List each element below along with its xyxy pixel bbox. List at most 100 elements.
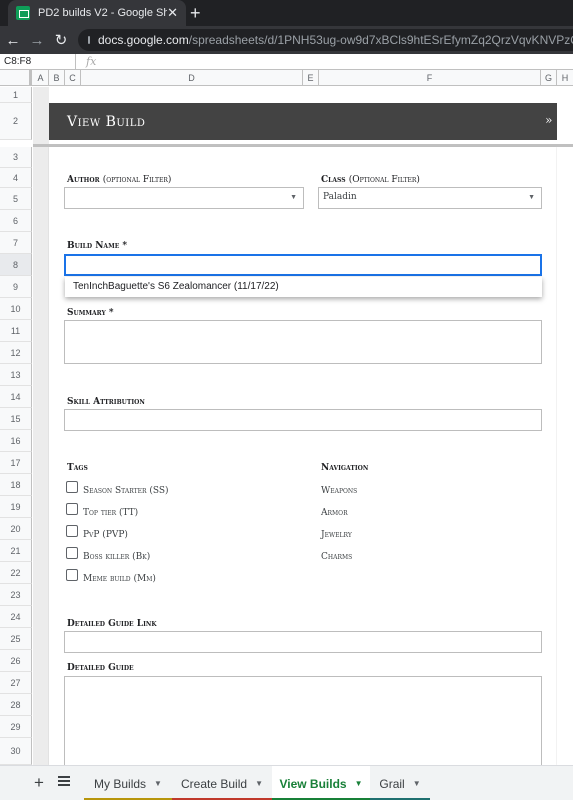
row-header[interactable]: 29 [0, 716, 32, 738]
browser-toolbar: ← → ↻ docs.google.com/spreadsheets/d/1PN… [0, 26, 573, 54]
dropdown-arrow-icon: ▼ [290, 194, 297, 201]
row-header[interactable]: 13 [0, 364, 32, 386]
new-tab-button[interactable]: + [190, 3, 201, 23]
author-dropdown[interactable]: ▼ [64, 187, 304, 209]
build-name-input[interactable] [64, 254, 542, 276]
row-header[interactable]: 19 [0, 496, 32, 518]
browser-tab[interactable]: PD2 builds V2 - Google Sheets ✕ [8, 0, 186, 26]
row-header[interactable]: 26 [0, 650, 32, 672]
tag-checkbox-boss-killer[interactable] [66, 547, 78, 559]
class-value: Paladin [323, 192, 357, 202]
select-all-corner[interactable] [0, 70, 32, 86]
build-name-suggestion[interactable]: TenInchBaguette's S6 Zealomancer (11/17/… [65, 277, 542, 297]
name-box[interactable]: C8:F8 [0, 53, 76, 70]
nav-link-charms[interactable]: Charms [321, 552, 352, 562]
row-header[interactable]: 15 [0, 408, 32, 430]
author-label: Author (optional Filter) [67, 175, 172, 185]
forward-icon[interactable]: → [26, 32, 48, 49]
row-header[interactable]: 4 [0, 168, 32, 188]
browser-tab-title: PD2 builds V2 - Google Sheets [38, 7, 168, 19]
browser-tab-strip: PD2 builds V2 - Google Sheets ✕ + [0, 0, 573, 26]
row-header[interactable]: 23 [0, 584, 32, 606]
tag-label-boss-killer: Boss killer (Bk) [83, 552, 151, 562]
reload-icon[interactable]: ↻ [50, 31, 72, 49]
row-header[interactable]: 24 [0, 606, 32, 628]
column-header-g[interactable]: G [541, 70, 557, 86]
url-host: docs.google.com [98, 33, 189, 47]
sheet-tab-grail[interactable]: Grail ▼ [370, 766, 430, 800]
tag-checkbox-top-tier[interactable] [66, 503, 78, 515]
tags-label: Tags [67, 463, 88, 473]
row-header[interactable]: 2 [0, 103, 32, 140]
skill-attribution-input[interactable] [64, 409, 542, 431]
row-header[interactable]: 16 [0, 430, 32, 452]
author-hint: (optional Filter) [102, 175, 172, 185]
tag-label-pvp: PvP (PVP) [83, 530, 128, 540]
fx-icon: fx [86, 55, 97, 68]
tab-menu-arrow-icon[interactable]: ▼ [413, 779, 421, 788]
tab-menu-arrow-icon[interactable]: ▼ [154, 779, 162, 788]
nav-link-weapons[interactable]: Weapons [321, 486, 357, 496]
row-header[interactable]: 18 [0, 474, 32, 496]
row-header[interactable]: 10 [0, 298, 32, 320]
summary-input[interactable] [64, 320, 542, 364]
guide-label: Detailed Guide [67, 663, 134, 673]
row-header[interactable]: 14 [0, 386, 32, 408]
tag-label-meme-build: Meme build (Mm) [83, 574, 156, 584]
row-header[interactable]: 9 [0, 276, 32, 298]
column-headers: A B C D E F G H [0, 70, 573, 86]
tag-checkbox-pvp[interactable] [66, 525, 78, 537]
skill-attribution-label: Skill Attribution [67, 397, 145, 407]
row-header[interactable]: 11 [0, 320, 32, 342]
row-header[interactable]: 20 [0, 518, 32, 540]
tag-checkbox-season-starter[interactable] [66, 481, 78, 493]
page-title: View Build [67, 113, 146, 130]
tab-menu-arrow-icon[interactable]: ▼ [355, 779, 363, 788]
row-header[interactable]: 7 [0, 232, 32, 254]
class-dropdown[interactable]: Paladin ▼ [318, 187, 542, 209]
row-header[interactable]: 6 [0, 210, 32, 232]
address-bar[interactable]: docs.google.com/spreadsheets/d/1PNH53ug-… [78, 29, 573, 51]
close-tab-icon[interactable]: ✕ [167, 5, 178, 21]
column-header-d[interactable]: D [81, 70, 303, 86]
all-sheets-icon[interactable] [58, 776, 70, 786]
column-header-b[interactable]: B [49, 70, 65, 86]
sheet-tabs-bar: + My Builds ▼ Create Build ▼ View Builds ▼ … [0, 765, 573, 800]
formula-bar: C8:F8 fx [0, 53, 573, 70]
sheet-tab-create-build[interactable]: Create Build ▼ [172, 766, 272, 800]
row-header[interactable]: 21 [0, 540, 32, 562]
chevron-right-icon[interactable]: » [545, 113, 553, 127]
add-sheet-button[interactable]: + [34, 773, 44, 793]
tab-menu-arrow-icon[interactable]: ▼ [255, 779, 263, 788]
row-header[interactable]: 22 [0, 562, 32, 584]
guide-input[interactable] [64, 676, 542, 765]
column-header-a[interactable]: A [33, 70, 49, 86]
sheet-tab-view-builds[interactable]: View Builds ▼ [272, 766, 370, 800]
row-header[interactable]: 3 [0, 147, 32, 168]
guide-link-label: Detailed Guide Link [67, 619, 157, 629]
row-header[interactable]: 28 [0, 694, 32, 716]
row-header[interactable]: 30 [0, 738, 32, 765]
row-header[interactable]: 8 [0, 254, 32, 276]
row-header[interactable]: 5 [0, 188, 32, 210]
sheet-tab-my-builds[interactable]: My Builds ▼ [84, 766, 172, 800]
nav-link-jewelry[interactable]: Jewelry [321, 530, 352, 540]
row-header[interactable]: 17 [0, 452, 32, 474]
sheets-favicon-icon [16, 6, 30, 20]
row-header[interactable]: 25 [0, 628, 32, 650]
column-header-c[interactable]: C [65, 70, 81, 86]
tag-checkbox-meme-build[interactable] [66, 569, 78, 581]
back-icon[interactable]: ← [2, 32, 24, 49]
nav-link-armor[interactable]: Armor [321, 508, 348, 518]
column-header-f[interactable]: F [319, 70, 541, 86]
url-path: /spreadsheets/d/1PNH53ug-ow9d7xBCls9htES… [188, 33, 573, 47]
build-name-label: Build Name * [67, 241, 128, 251]
guide-link-input[interactable] [64, 631, 542, 653]
lock-icon [88, 36, 90, 44]
row-header[interactable]: 1 [0, 87, 32, 103]
row-header[interactable]: 12 [0, 342, 32, 364]
tag-label-top-tier: Top tier (TT) [83, 508, 139, 518]
column-header-e[interactable]: E [303, 70, 319, 86]
row-header[interactable]: 27 [0, 672, 32, 694]
column-header-h[interactable]: H [557, 70, 573, 86]
